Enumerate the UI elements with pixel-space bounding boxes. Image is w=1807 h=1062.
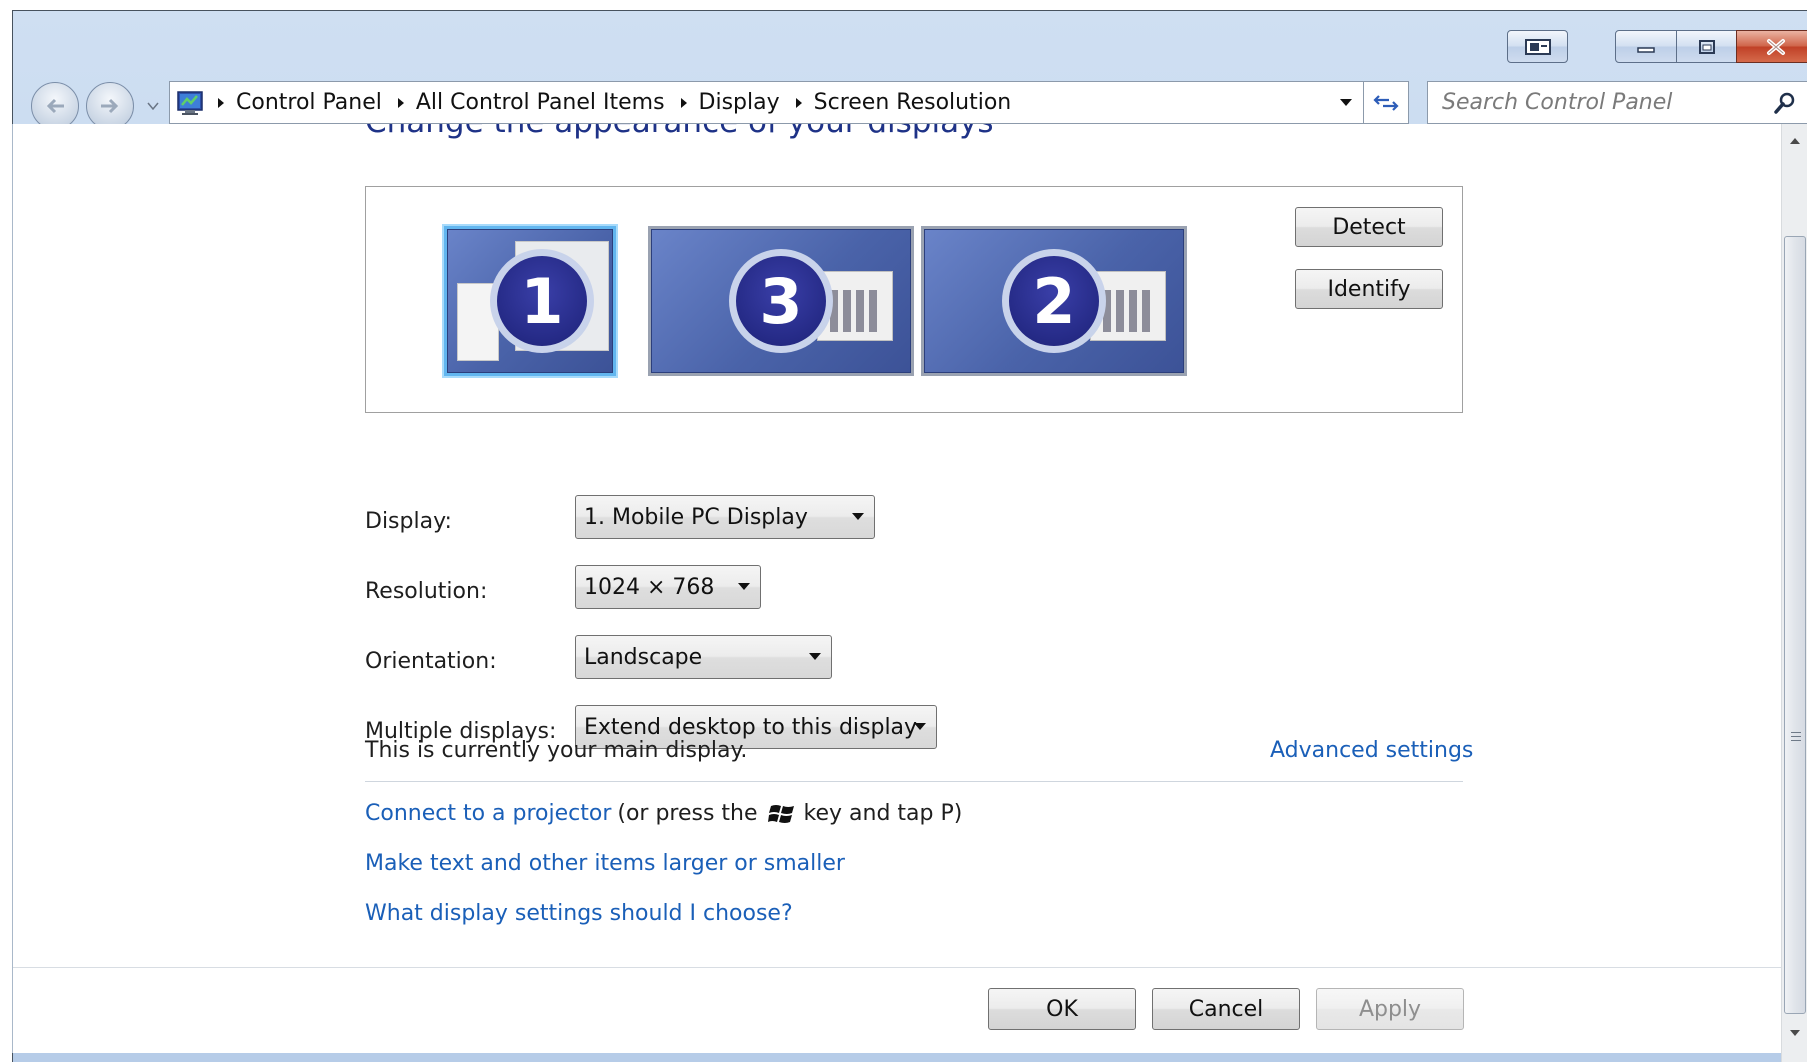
minimize-icon — [1637, 46, 1655, 53]
monitor-3[interactable]: 3 — [648, 226, 914, 376]
close-icon — [1767, 38, 1785, 55]
text-size-link[interactable]: Make text and other items larger or smal… — [365, 851, 845, 876]
forward-button[interactable] — [86, 82, 134, 130]
scroll-thumb[interactable] — [1784, 236, 1806, 1014]
search-box[interactable] — [1427, 81, 1807, 124]
breadcrumb-all-items[interactable]: All Control Panel Items — [414, 90, 667, 115]
resolution-select[interactable]: 1024 × 768 — [575, 565, 761, 609]
connect-projector-link[interactable]: Connect to a projector — [365, 801, 611, 826]
page-heading: Change the appearance of your displays — [365, 124, 994, 140]
cancel-button[interactable]: Cancel — [1152, 988, 1300, 1030]
search-icon[interactable] — [1773, 91, 1797, 115]
orientation-select-value: Landscape — [584, 644, 703, 670]
orientation-label: Orientation: — [365, 649, 497, 674]
maximize-button[interactable] — [1676, 30, 1737, 63]
chevron-up-icon — [1789, 138, 1800, 144]
projector-line: Connect to a projector (or press the key… — [365, 801, 962, 826]
chevron-down-icon — [809, 653, 821, 660]
multiple-displays-value: Extend desktop to this display — [584, 714, 918, 740]
address-bar[interactable]: Control Panel All Control Panel Items Di… — [169, 81, 1364, 124]
chevron-down-icon — [738, 583, 750, 590]
monitor-2[interactable]: 2 — [921, 226, 1187, 376]
projector-hint-pre: (or press the — [617, 801, 758, 826]
which-settings-link[interactable]: What display settings should I choose? — [365, 901, 793, 926]
chevron-down-icon — [1789, 1030, 1800, 1036]
display-label: Display: — [365, 509, 452, 534]
ok-button[interactable]: OK — [988, 988, 1136, 1030]
address-history-dropdown[interactable] — [1329, 82, 1363, 123]
tablet-mode-button[interactable] — [1507, 30, 1568, 63]
chevron-right-icon — [218, 97, 224, 108]
display-select[interactable]: 1. Mobile PC Display — [575, 495, 875, 539]
back-button[interactable] — [31, 82, 79, 130]
scroll-grip-icon — [1791, 732, 1801, 742]
chevron-down-icon — [147, 102, 159, 110]
orientation-select[interactable]: Landscape — [575, 635, 832, 679]
windows-logo-icon — [767, 804, 794, 823]
refresh-icon — [1373, 94, 1399, 111]
advanced-settings-link[interactable]: Advanced settings — [1270, 738, 1473, 763]
minimize-button[interactable] — [1615, 30, 1677, 63]
control-panel-icon — [177, 90, 203, 115]
chevron-right-icon — [680, 97, 687, 108]
breadcrumb-separator[interactable] — [677, 97, 691, 109]
scroll-up-button[interactable] — [1782, 128, 1807, 154]
resolution-select-value: 1024 × 768 — [584, 574, 715, 600]
chevron-down-icon — [852, 513, 864, 520]
vertical-scrollbar[interactable] — [1781, 124, 1807, 1062]
breadcrumb-separator[interactable] — [214, 97, 228, 109]
main-display-text: This is currently your main display. — [365, 738, 748, 763]
monitor-number: 1 — [490, 249, 594, 353]
breadcrumb-display[interactable]: Display — [697, 90, 782, 115]
chevron-down-icon — [1340, 98, 1352, 106]
projector-hint-post: key and tap P) — [803, 801, 963, 826]
identify-button[interactable]: Identify — [1295, 269, 1443, 309]
chevron-right-icon — [795, 97, 802, 108]
forward-arrow-icon — [101, 98, 119, 114]
back-arrow-icon — [46, 98, 64, 114]
monitor-arrangement: 1 3 2 Detect Identify — [365, 186, 1463, 413]
close-button[interactable] — [1736, 30, 1807, 63]
divider — [365, 781, 1463, 782]
breadcrumb-control-panel[interactable]: Control Panel — [234, 90, 384, 115]
apply-button[interactable]: Apply — [1316, 988, 1464, 1030]
breadcrumb-separator[interactable] — [394, 97, 408, 109]
refresh-button[interactable] — [1364, 81, 1409, 124]
detect-button[interactable]: Detect — [1295, 207, 1443, 247]
breadcrumb-screen-resolution[interactable]: Screen Resolution — [812, 90, 1014, 115]
breadcrumb-separator[interactable] — [792, 97, 806, 109]
search-input[interactable] — [1442, 90, 1762, 115]
monitor-number: 2 — [1002, 249, 1106, 353]
monitor-1[interactable]: 1 — [444, 226, 616, 376]
recent-pages-dropdown[interactable] — [144, 99, 162, 113]
content-pane: Change the appearance of your displays 1… — [12, 124, 1781, 1053]
chevron-down-icon — [914, 723, 926, 730]
footer-divider — [13, 967, 1781, 968]
monitor-number: 3 — [729, 249, 833, 353]
maximize-icon — [1698, 39, 1715, 54]
chevron-right-icon — [397, 97, 404, 108]
tablet-icon — [1524, 38, 1551, 55]
display-select-value: 1. Mobile PC Display — [584, 504, 808, 530]
scroll-down-button[interactable] — [1782, 1020, 1807, 1046]
resolution-label: Resolution: — [365, 579, 488, 604]
